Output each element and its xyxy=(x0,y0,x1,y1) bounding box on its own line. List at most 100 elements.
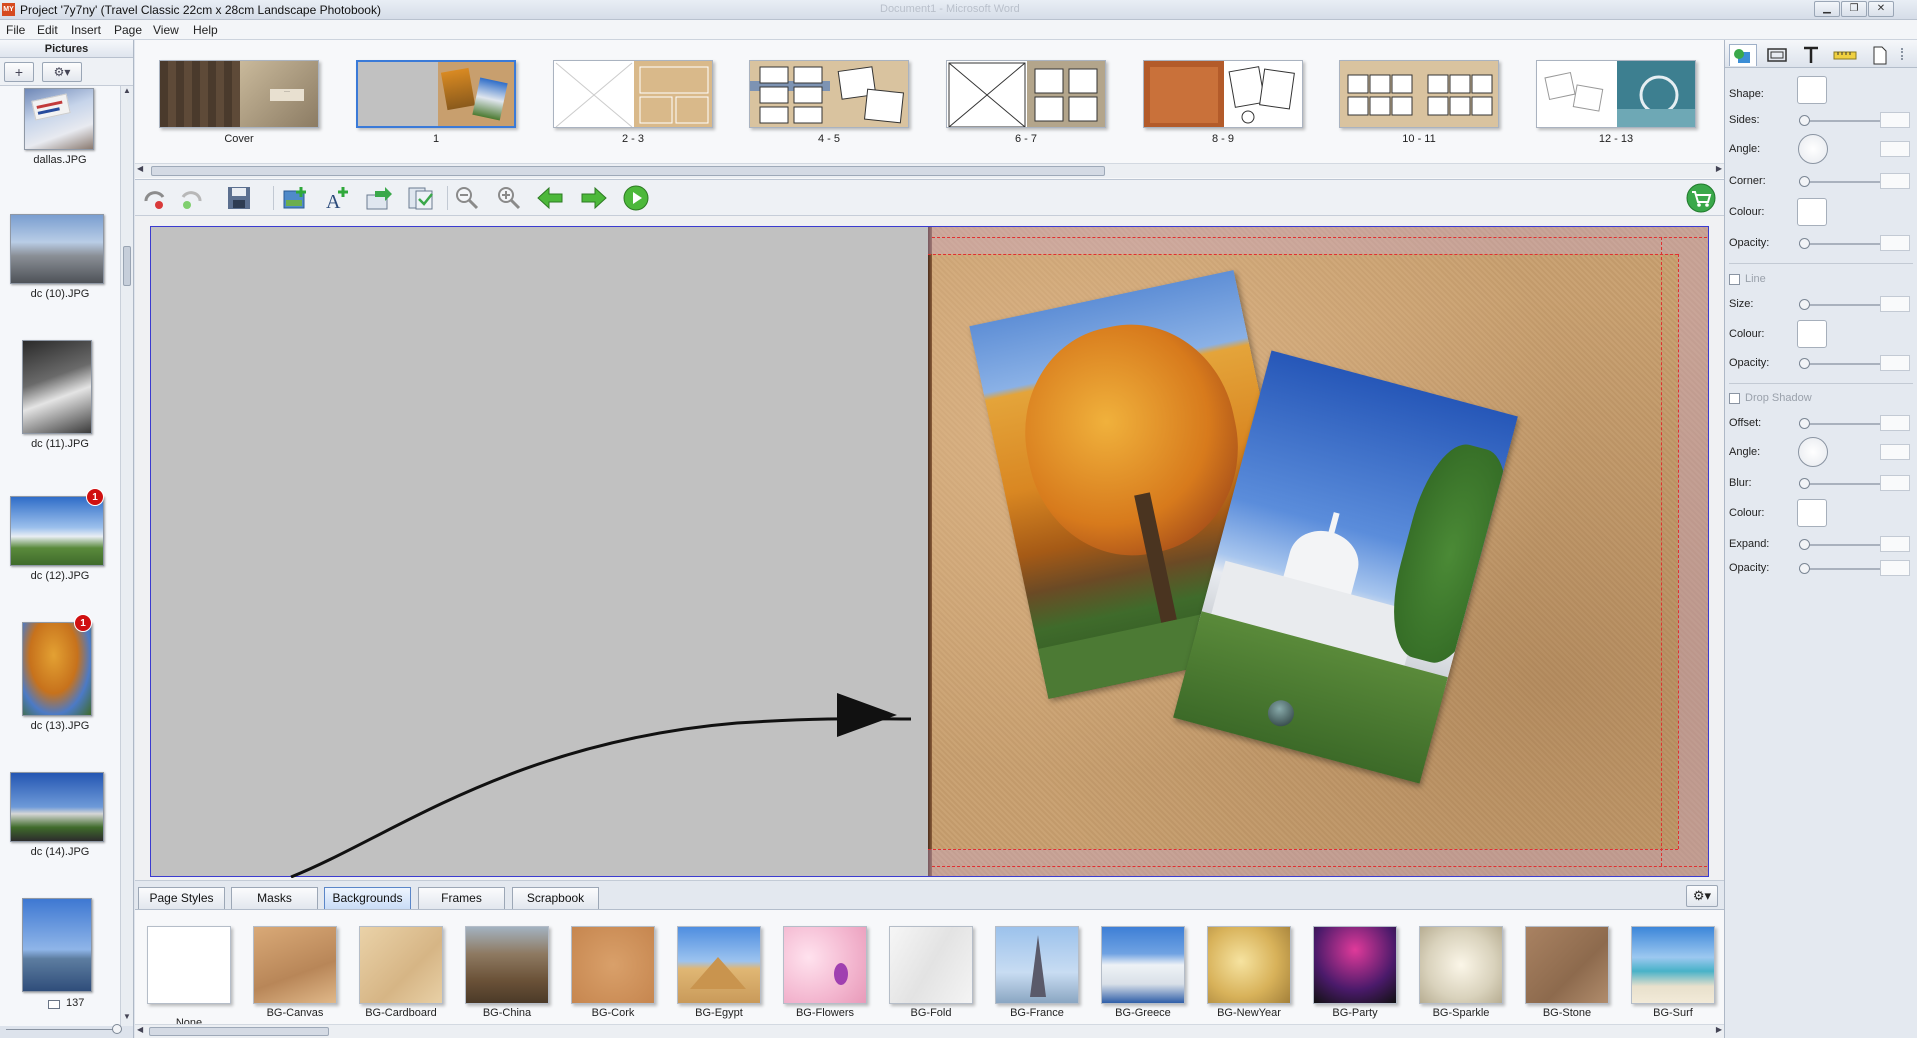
list-item[interactable]: dc (10).JPG xyxy=(0,212,120,337)
list-item[interactable]: dallas.JPG xyxy=(0,86,120,211)
gallery-scroll-thumb[interactable] xyxy=(149,1027,329,1036)
shadow-angle-dial[interactable] xyxy=(1798,437,1828,467)
list-item[interactable]: dc (11).JPG xyxy=(0,338,120,488)
offset-input[interactable] xyxy=(1880,415,1910,431)
undo-icon[interactable] xyxy=(140,185,168,211)
tab-frames[interactable]: Frames xyxy=(418,887,505,909)
scroll-down-icon[interactable]: ▼ xyxy=(123,1012,131,1021)
opacity-slider-knob[interactable] xyxy=(1799,238,1810,249)
page-icon[interactable] xyxy=(1865,44,1893,66)
menu-view[interactable]: View xyxy=(153,23,179,37)
background-greece[interactable]: BG-Greece xyxy=(1097,926,1187,1021)
zoom-in-icon[interactable] xyxy=(495,185,523,211)
background-stone[interactable]: BG-Stone xyxy=(1521,926,1611,1021)
sides-input[interactable] xyxy=(1880,112,1910,128)
expand-input[interactable] xyxy=(1880,536,1910,552)
save-icon[interactable] xyxy=(225,185,253,211)
page-strip-scrollbar[interactable]: ◀ ▶ xyxy=(135,163,1724,178)
zoom-knob[interactable] xyxy=(112,1024,122,1034)
angle-input[interactable] xyxy=(1880,141,1910,157)
picture-thumbnail[interactable] xyxy=(22,898,92,992)
offset-slider-knob[interactable] xyxy=(1799,418,1810,429)
tab-scrapbook[interactable]: Scrapbook xyxy=(512,887,599,909)
backgrounds-gallery[interactable]: None BG-Canvas BG-Cardboard BG-China BG-… xyxy=(135,910,1724,1029)
background-canvas[interactable]: BG-Canvas xyxy=(249,926,339,1021)
blur-slider-knob[interactable] xyxy=(1799,478,1810,489)
tab-page-styles[interactable]: Page Styles xyxy=(138,887,225,909)
corner-slider-knob[interactable] xyxy=(1799,176,1810,187)
pictures-scroll-thumb[interactable] xyxy=(123,246,131,286)
scroll-left-icon[interactable]: ◀ xyxy=(137,1025,143,1034)
list-item[interactable] xyxy=(0,890,120,1020)
picture-thumbnail[interactable] xyxy=(22,340,92,434)
background-cork[interactable]: BG-Cork xyxy=(567,926,657,1021)
scroll-up-icon[interactable]: ▲ xyxy=(123,86,131,95)
line-size-input[interactable] xyxy=(1880,296,1910,312)
drop-shadow-checkbox[interactable] xyxy=(1729,393,1740,404)
zoom-out-icon[interactable] xyxy=(453,185,481,211)
export-icon[interactable] xyxy=(407,185,435,211)
add-text-icon[interactable]: A xyxy=(323,185,351,213)
menu-edit[interactable]: Edit xyxy=(37,23,58,37)
page-thumb-10-11[interactable]: 10 - 11 xyxy=(1339,60,1499,160)
scroll-left-icon[interactable]: ◀ xyxy=(137,164,143,173)
line-opacity-input[interactable] xyxy=(1880,355,1910,371)
page-thumb-6-7[interactable]: 6 - 7 xyxy=(946,60,1106,160)
expand-slider-knob[interactable] xyxy=(1799,539,1810,550)
list-item[interactable]: 1 dc (12).JPG xyxy=(0,488,120,613)
page-thumb-12-13[interactable]: 12 - 13 xyxy=(1536,60,1696,160)
panel-grip[interactable] xyxy=(1901,48,1903,60)
pictures-settings-button[interactable]: ⚙▾ xyxy=(42,62,82,82)
background-fold[interactable]: BG-Fold xyxy=(885,926,975,1021)
shape-colour-swatch[interactable] xyxy=(1797,198,1827,226)
list-item[interactable]: 1 dc (13).JPG xyxy=(0,614,120,764)
picture-thumbnail[interactable] xyxy=(24,88,94,150)
previous-page-icon[interactable] xyxy=(536,185,564,211)
shapes-icon[interactable] xyxy=(1729,44,1757,66)
restore-icon[interactable]: ❐ xyxy=(1841,1,1867,17)
menu-page[interactable]: Page xyxy=(114,23,142,37)
text-icon[interactable] xyxy=(1797,44,1825,66)
page-thumb-1[interactable]: 1 xyxy=(356,60,516,160)
angle-dial[interactable] xyxy=(1798,134,1828,164)
menu-file[interactable]: File xyxy=(6,23,25,37)
page-spread[interactable] xyxy=(150,226,1709,878)
play-icon[interactable] xyxy=(622,185,650,211)
background-party[interactable]: BG-Party xyxy=(1309,926,1399,1021)
line-opacity-slider-knob[interactable] xyxy=(1799,358,1810,369)
page-thumb-4-5[interactable]: 4 - 5 xyxy=(749,60,909,160)
background-none[interactable]: None xyxy=(143,926,233,1029)
pictures-list[interactable]: dallas.JPG dc (10).JPG dc (11).JPG 1 dc … xyxy=(0,86,120,1026)
minimize-icon[interactable]: ▁ xyxy=(1814,1,1840,17)
background-france[interactable]: BG-France xyxy=(991,926,1081,1021)
shopping-cart-icon[interactable] xyxy=(1685,183,1717,213)
background-cardboard[interactable]: BG-Cardboard xyxy=(355,926,445,1021)
page-canvas[interactable] xyxy=(135,216,1724,880)
page-strip-scroll-thumb[interactable] xyxy=(151,166,1105,176)
shadow-opacity-slider-knob[interactable] xyxy=(1799,563,1810,574)
add-picture-button[interactable]: + xyxy=(4,62,34,82)
pictures-scrollbar[interactable]: ▲ ▼ xyxy=(120,86,133,1026)
sides-slider-knob[interactable] xyxy=(1799,115,1810,126)
opacity-input[interactable] xyxy=(1880,235,1910,251)
tab-backgrounds[interactable]: Backgrounds xyxy=(324,887,411,909)
asset-settings-button[interactable]: ⚙▾ xyxy=(1686,885,1718,907)
line-colour-swatch[interactable] xyxy=(1797,320,1827,348)
line-size-slider-knob[interactable] xyxy=(1799,299,1810,310)
gallery-scrollbar[interactable]: ◀ ▶ xyxy=(135,1024,1724,1038)
picture-thumbnail[interactable] xyxy=(22,622,92,716)
shadow-angle-input[interactable] xyxy=(1880,444,1910,460)
page-thumb-2-3[interactable]: 2 - 3 xyxy=(553,60,713,160)
picture-thumbnail[interactable] xyxy=(10,772,104,842)
corner-input[interactable] xyxy=(1880,173,1910,189)
add-picture-icon[interactable] xyxy=(281,185,309,211)
ruler-icon[interactable] xyxy=(1831,44,1859,66)
import-icon[interactable] xyxy=(365,185,393,211)
next-page-icon[interactable] xyxy=(580,185,608,211)
blur-input[interactable] xyxy=(1880,475,1910,491)
scroll-right-icon[interactable]: ▶ xyxy=(1716,164,1722,173)
pictures-zoom-slider[interactable] xyxy=(6,1024,122,1034)
page-thumb-cover[interactable]: ··· Cover xyxy=(159,60,319,160)
scroll-right-icon[interactable]: ▶ xyxy=(1716,1025,1722,1034)
redo-icon[interactable] xyxy=(178,185,206,211)
